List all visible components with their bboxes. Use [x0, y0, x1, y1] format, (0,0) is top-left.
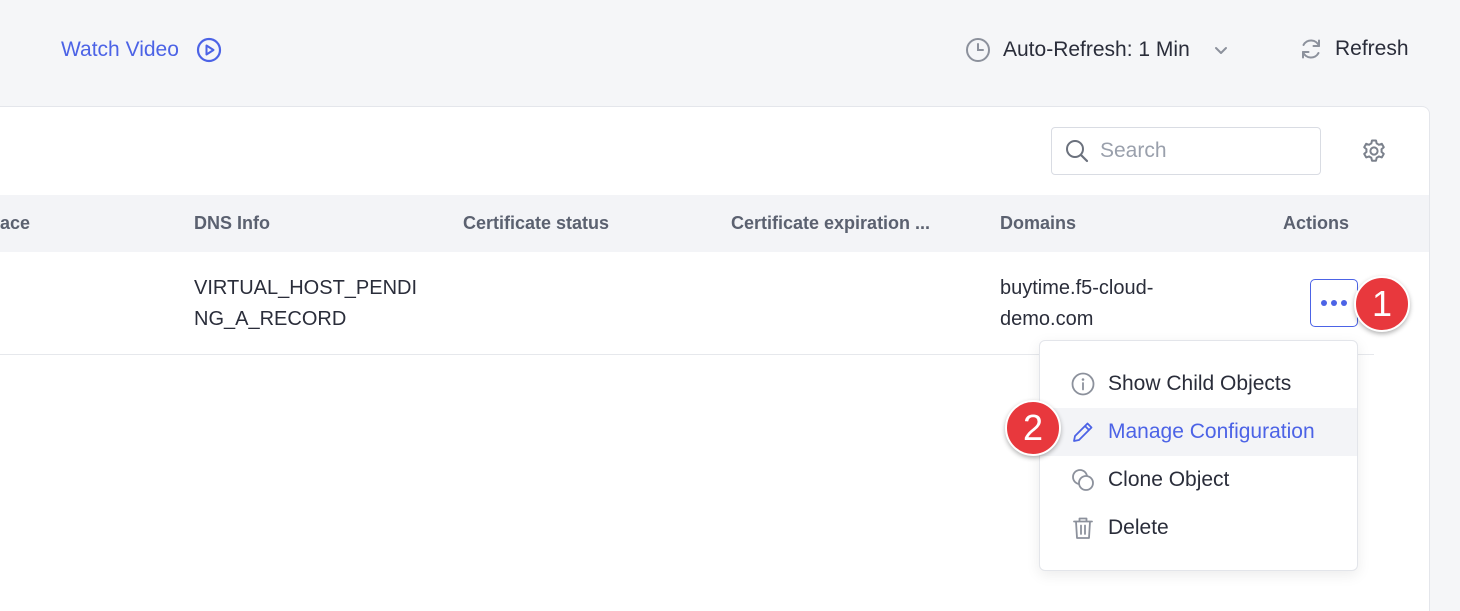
- watch-video-link[interactable]: Watch Video: [61, 36, 223, 64]
- domains-cell: buytime.f5-cloud- demo.com: [1000, 273, 1153, 335]
- column-header-dns-info[interactable]: DNS Info: [194, 213, 270, 234]
- column-header-domains[interactable]: Domains: [1000, 213, 1076, 234]
- search-icon: [1064, 138, 1090, 164]
- info-icon: [1070, 371, 1096, 397]
- column-header-namespace[interactable]: ace: [0, 213, 30, 234]
- menu-item-manage-configuration[interactable]: Manage Configuration: [1040, 408, 1357, 456]
- menu-item-label: Manage Configuration: [1108, 420, 1315, 443]
- step-badge-1: 1: [1354, 276, 1410, 332]
- trash-icon: [1070, 515, 1096, 541]
- dns-info-line: NG_A_RECORD: [194, 308, 347, 330]
- menu-item-label: Clone Object: [1108, 468, 1230, 491]
- actions-menu: Show Child Objects Manage Configuration …: [1039, 340, 1358, 571]
- top-toolbar: Watch Video Auto-Refresh: 1 Min Refresh: [0, 0, 1460, 106]
- dns-info-cell: VIRTUAL_HOST_PENDI NG_A_RECORD: [194, 273, 417, 335]
- clock-icon: [964, 36, 992, 64]
- menu-item-clone-object[interactable]: Clone Object: [1040, 456, 1357, 504]
- search-input[interactable]: [1100, 139, 1300, 163]
- row-actions-button[interactable]: [1310, 279, 1358, 327]
- menu-item-label: Delete: [1108, 516, 1169, 539]
- more-dot: [1331, 300, 1337, 306]
- pencil-icon: [1070, 419, 1096, 445]
- domain-line: demo.com: [1000, 308, 1094, 330]
- menu-item-delete[interactable]: Delete: [1040, 504, 1357, 552]
- refresh-button[interactable]: Refresh: [1298, 36, 1409, 62]
- clone-icon: [1070, 467, 1096, 493]
- column-header-actions: Actions: [1283, 213, 1350, 233]
- play-circle-icon: [195, 36, 223, 64]
- domain-line: buytime.f5-cloud-: [1000, 277, 1154, 299]
- refresh-icon: [1298, 36, 1324, 62]
- step-badge-2: 2: [1005, 400, 1061, 456]
- auto-refresh-dropdown[interactable]: Auto-Refresh: 1 Min: [964, 36, 1230, 64]
- menu-item-label: Show Child Objects: [1108, 372, 1292, 395]
- column-header-certificate-status[interactable]: Certificate status: [463, 213, 609, 234]
- more-dot: [1321, 300, 1327, 306]
- refresh-label: Refresh: [1335, 37, 1409, 60]
- auto-refresh-label: Auto-Refresh: 1 Min: [1003, 38, 1190, 61]
- dns-info-line: VIRTUAL_HOST_PENDI: [194, 277, 418, 299]
- gear-icon[interactable]: [1360, 137, 1388, 165]
- more-dot: [1341, 300, 1347, 306]
- chevron-down-icon: [1212, 41, 1230, 59]
- watch-video-label: Watch Video: [61, 38, 179, 61]
- search-box[interactable]: [1051, 127, 1321, 175]
- menu-item-show-child-objects[interactable]: Show Child Objects: [1040, 360, 1357, 408]
- column-header-certificate-expiration[interactable]: Certificate expiration ...: [731, 213, 930, 234]
